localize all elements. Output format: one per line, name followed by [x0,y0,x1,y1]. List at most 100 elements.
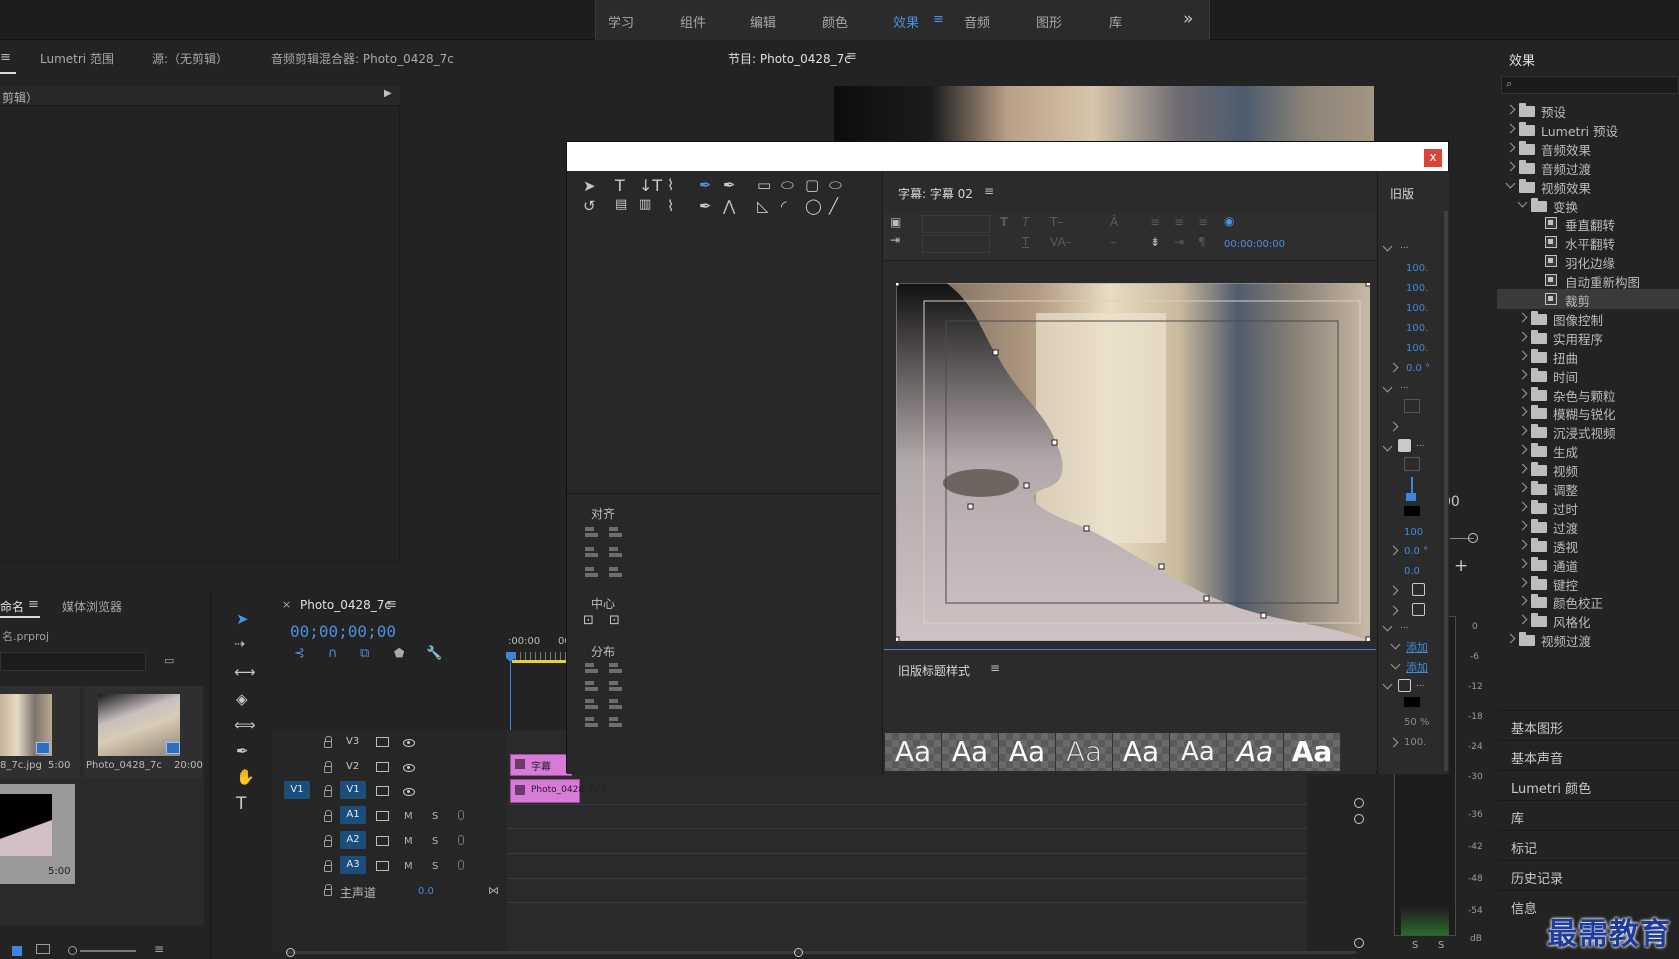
vertical-zoom-handle[interactable] [1354,938,1364,948]
property-value[interactable]: 0.0 ° [1404,546,1428,557]
meter-solo-button[interactable]: S [1412,940,1418,951]
chevron-down-icon[interactable] [1382,679,1393,690]
double-chevron-right-icon[interactable]: » [1183,9,1193,29]
vertical-zoom-handle[interactable] [1354,814,1364,824]
track-label-a1[interactable]: A1 [340,806,366,824]
go-to-edit-icon[interactable]: ⋈ [488,884,499,897]
lock-icon[interactable] [324,810,332,822]
chevron-down-icon[interactable] [1517,197,1528,207]
panel-menu-icon[interactable]: ≡ [386,597,397,612]
track-label-a3[interactable]: A3 [340,856,366,874]
linked-selection-icon[interactable]: ⧉ [360,646,369,661]
lock-icon[interactable] [324,860,332,872]
timeline-timecode[interactable]: 00;00;00;00 [290,622,396,641]
project-item[interactable]: Photo_0428_7c 20:00 [84,686,203,778]
mute-button[interactable]: M [404,836,413,847]
line-tool-icon[interactable]: ╱ [829,197,838,215]
align-text-right-icon[interactable]: ≡ [1198,215,1208,229]
dialog-close-button[interactable]: x [1424,149,1442,167]
style-swatch[interactable]: Aa [885,733,942,771]
panel-markers[interactable]: 标记 [1497,830,1679,858]
roll-crawl-icon[interactable]: ⇟ [1150,235,1160,249]
align-left-icon[interactable] [585,525,599,539]
distribute-icon[interactable] [585,715,599,729]
font-family-select[interactable] [922,215,990,233]
workspace-effects[interactable]: 效果 [893,12,919,31]
rotation-tool-icon[interactable]: ↺ [583,197,596,215]
tab-audio-clip-mixer[interactable]: 音频剪辑混合器: Photo_0428_7c [271,50,454,67]
style-swatch[interactable]: Aa [1227,733,1284,771]
chevron-right-icon[interactable] [1505,123,1516,134]
chevron-right-icon[interactable] [1517,577,1528,587]
chevron-right-icon[interactable] [1388,545,1399,556]
vertical-area-type-tool-icon[interactable]: ▥ [639,197,651,212]
gradient-slider[interactable] [1411,477,1413,493]
texture-checkbox[interactable] [1412,603,1425,616]
microphone-icon[interactable] [458,835,464,845]
leading-value[interactable]: – [1110,235,1116,249]
scroll-handle-left[interactable] [286,948,295,957]
effects-panel-title[interactable]: 效果 [1509,50,1535,69]
property-value[interactable]: 0.0 ° [1406,363,1430,374]
sheen-checkbox[interactable] [1412,583,1425,596]
chevron-right-icon[interactable] [1517,595,1528,606]
effects-tree-item[interactable]: 调整 [1497,478,1679,498]
tab-source[interactable]: 源:（无剪辑） [152,50,228,67]
bold-icon[interactable]: T [1000,215,1008,229]
area-type-tool-icon[interactable]: ▤ [615,197,627,212]
panel-libraries[interactable]: 库 [1497,800,1679,828]
effects-tree-item[interactable]: 键控 [1497,573,1679,593]
show-background-video-icon[interactable]: ◉ [1224,214,1234,228]
chevron-right-icon[interactable] [1517,501,1528,512]
effects-tree-item[interactable]: 羽化边缘 [1497,251,1679,271]
title-tab[interactable]: 字幕: 字幕 02 [898,185,973,202]
shadow-checkbox[interactable] [1398,679,1411,692]
underline-icon[interactable]: T [1022,235,1029,249]
workspace-libraries[interactable]: 库 [1109,12,1122,31]
effects-tree-item[interactable]: 裁剪 [1497,289,1679,309]
distribute-icon[interactable] [585,697,599,711]
slider-handle[interactable] [1468,533,1478,543]
chevron-right-icon[interactable] [1517,425,1528,436]
property-dropdown[interactable] [1404,457,1420,471]
effects-tree-item[interactable]: Lumetri 预设 [1497,119,1679,139]
work-area-bar[interactable] [512,660,572,663]
arc-tool-icon[interactable]: ◜ [781,197,787,215]
align-bottom-icon[interactable] [609,565,623,579]
leading-icon[interactable]: Â [1110,215,1118,229]
hand-tool-icon[interactable]: ✋ [236,768,255,786]
font-style-select[interactable] [922,235,990,253]
panel-menu-icon[interactable]: ≡ [0,50,11,65]
track-label-v1[interactable]: V1 [340,781,366,799]
chevron-right-icon[interactable] [1388,585,1399,596]
chevron-right-icon[interactable] [1505,633,1516,644]
effects-tree-item[interactable]: 通道 [1497,554,1679,574]
effects-tree-item[interactable]: 实用程序 [1497,327,1679,347]
property-dropdown[interactable] [1404,399,1420,413]
pen-tool-icon[interactable]: ✒ [699,176,712,194]
workspace-menu-icon[interactable]: ≡ [933,12,944,27]
align-right-icon[interactable] [585,565,599,579]
workspace-graphics[interactable]: 图形 [1036,12,1062,31]
panel-history[interactable]: 历史记录 [1497,860,1679,888]
chevron-down-icon[interactable] [1390,639,1401,650]
chevron-right-icon[interactable] [1517,558,1528,569]
meter-solo-button[interactable]: S [1438,940,1444,951]
panel-menu-icon[interactable]: ≡ [28,597,39,612]
effects-tree-item[interactable]: 扭曲 [1497,346,1679,366]
add-marker-icon[interactable]: ⬟ [394,646,404,660]
style-swatch[interactable]: Aa [1113,733,1170,771]
path-type-tool-icon[interactable]: ⌇ [667,176,674,194]
rounded-corner-rectangle-tool-icon[interactable]: ▢ [805,176,819,194]
sequence-tab[interactable]: Photo_0428_7c [300,598,391,612]
sync-lock-icon[interactable] [376,762,389,772]
chevron-right-icon[interactable] [1388,421,1399,432]
vertical-zoom-handle[interactable] [1354,798,1364,808]
chevron-right-icon[interactable] [1388,362,1399,373]
property-value[interactable]: 50 % [1404,717,1429,728]
program-title[interactable]: 节目: Photo_0428_7c [728,50,851,67]
effects-tree-item[interactable]: 生成 [1497,440,1679,460]
effects-tree-item[interactable]: 杂色与颗粒 [1497,384,1679,404]
center-vertical-icon[interactable]: ⊡ [609,613,620,628]
effects-tree-item[interactable]: 自动重新构图 [1497,270,1679,290]
